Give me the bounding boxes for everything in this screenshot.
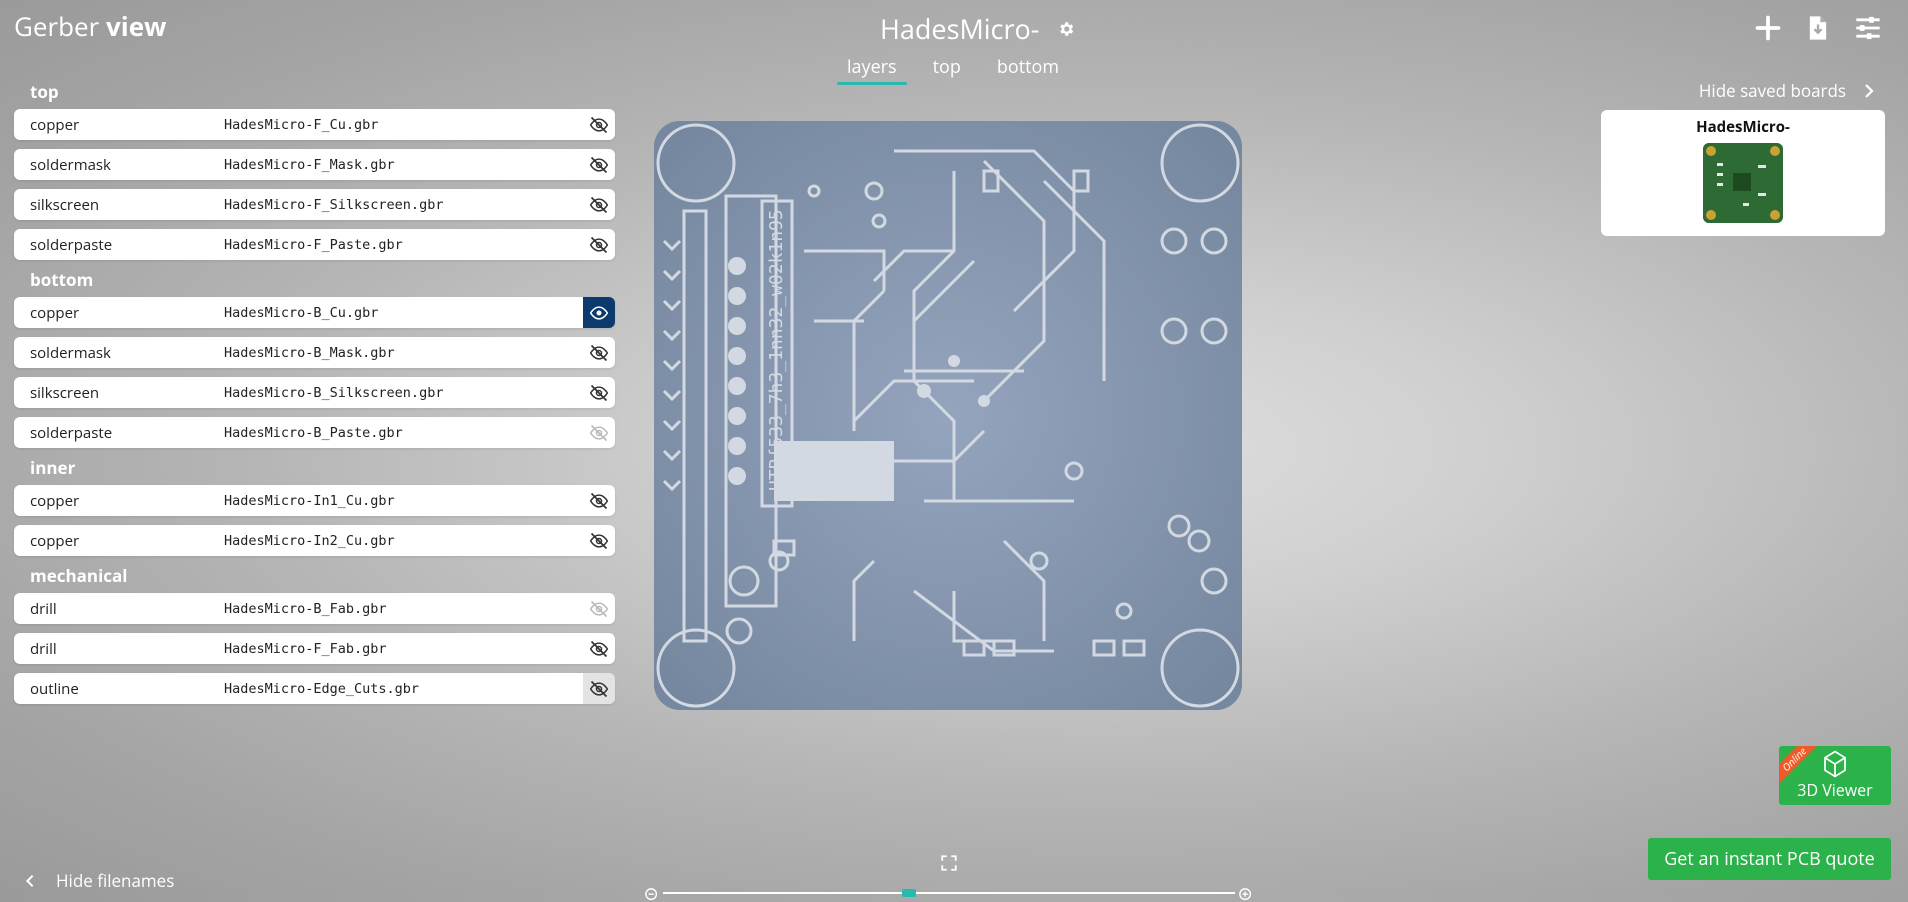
eye-slash-icon[interactable]	[583, 485, 615, 516]
layer-filename: HadesMicro-F_Cu.gbr	[224, 116, 379, 133]
layer-filename: HadesMicro-B_Fab.gbr	[224, 600, 387, 617]
layer-filename: HadesMicro-B_Cu.gbr	[224, 304, 379, 321]
layer-filename: HadesMicro-F_Fab.gbr	[224, 640, 387, 657]
board-title[interactable]: HadesMicro-	[880, 10, 1039, 47]
layer-row: silkscreen HadesMicro-F_Silkscreen.gbr	[14, 189, 615, 220]
brand-light: Gerber	[14, 8, 107, 44]
layer-filename: HadesMicro-B_Silkscreen.gbr	[224, 384, 444, 401]
layer-row: silkscreen HadesMicro-B_Silkscreen.gbr	[14, 377, 615, 408]
layer-type: solderpaste	[30, 234, 113, 255]
eye-slash-icon[interactable]	[583, 525, 615, 556]
zoom-out-icon[interactable]	[645, 888, 659, 902]
eye-slash-icon[interactable]	[583, 109, 615, 140]
eye-slash-icon[interactable]	[583, 673, 615, 704]
layer-row: soldermask HadesMicro-F_Mask.gbr	[14, 149, 615, 180]
tab-bottom[interactable]: bottom	[997, 55, 1059, 85]
layer-type: copper	[30, 490, 80, 511]
eye-slash-icon[interactable]	[583, 229, 615, 260]
eye-icon[interactable]	[583, 297, 615, 328]
tab-layers[interactable]: layers	[837, 55, 907, 85]
zoom-track[interactable]	[663, 892, 1235, 894]
layer-type: copper	[30, 302, 80, 323]
eye-slash-icon[interactable]	[583, 417, 615, 448]
layer-type: silkscreen	[30, 194, 100, 215]
board-title-area: HadesMicro-	[880, 10, 1075, 47]
pcb-quote-button[interactable]: Get an instant PCB quote	[1648, 838, 1891, 880]
hide-saved-boards-label: Hide saved boards	[1698, 79, 1846, 102]
3d-viewer-label: 3D Viewer	[1797, 779, 1873, 801]
hide-filenames-button[interactable]: Hide filenames	[22, 869, 174, 892]
chevron-left-icon	[25, 874, 34, 887]
layer-filename: HadesMicro-B_Paste.gbr	[224, 424, 403, 441]
layer-filename: HadesMicro-F_Paste.gbr	[224, 236, 403, 253]
brand-bold: view	[106, 8, 167, 44]
layer-row: drill HadesMicro-F_Fab.gbr	[14, 633, 615, 664]
add-icon[interactable]	[1754, 14, 1782, 42]
layer-row: solderpaste HadesMicro-F_Paste.gbr	[14, 229, 615, 260]
layer-row: copper HadesMicro-In2_Cu.gbr	[14, 525, 615, 556]
section-top: top	[30, 80, 59, 103]
board-silk-text: HTB{533_7h3_1nn32_w02k1n95	[766, 209, 787, 491]
hide-filenames-label: Hide filenames	[56, 869, 175, 892]
app-logo: Gerber view	[14, 8, 166, 44]
zoom-slider[interactable]	[645, 888, 1253, 901]
zoom-in-icon[interactable]	[1239, 888, 1253, 902]
layer-filename: HadesMicro-B_Mask.gbr	[224, 344, 395, 361]
layer-filename: HadesMicro-In1_Cu.gbr	[224, 492, 395, 509]
gear-icon[interactable]	[1057, 20, 1075, 38]
saved-board-name: HadesMicro-	[1696, 117, 1790, 137]
eye-slash-icon[interactable]	[583, 593, 615, 624]
eye-slash-icon[interactable]	[583, 377, 615, 408]
view-tabs: layers top bottom	[837, 55, 1095, 85]
saved-board-thumbnail	[1703, 143, 1783, 223]
layer-row: outline HadesMicro-Edge_Cuts.gbr	[14, 673, 615, 704]
eye-slash-icon[interactable]	[583, 149, 615, 180]
chevron-right-icon	[1865, 83, 1874, 98]
sliders-icon[interactable]	[1854, 14, 1882, 42]
section-inner: inner	[30, 456, 76, 479]
layer-type: silkscreen	[30, 382, 100, 403]
section-mechanical: mechanical	[30, 564, 128, 587]
eye-slash-icon[interactable]	[583, 633, 615, 664]
3d-viewer-button[interactable]: Online 3D Viewer	[1779, 746, 1891, 805]
layer-type: soldermask	[30, 342, 111, 363]
layer-type: drill	[30, 638, 57, 659]
layer-row: drill HadesMicro-B_Fab.gbr	[14, 593, 615, 624]
pcb-board-view[interactable]: HTB{533_7h3_1nn32_w02k1n95	[654, 121, 1242, 710]
layer-filename: HadesMicro-F_Silkscreen.gbr	[224, 196, 444, 213]
layer-row: solderpaste HadesMicro-B_Paste.gbr	[14, 417, 615, 448]
toolbar-icons	[1754, 14, 1882, 42]
hide-saved-boards-button[interactable]: Hide saved boards	[1699, 79, 1878, 102]
layer-type: solderpaste	[30, 422, 113, 443]
layer-row: soldermask HadesMicro-B_Mask.gbr	[14, 337, 615, 368]
layer-type: soldermask	[30, 154, 111, 175]
layer-row: copper HadesMicro-In1_Cu.gbr	[14, 485, 615, 516]
layer-type: copper	[30, 530, 80, 551]
layer-row: copper HadesMicro-B_Cu.gbr	[14, 297, 615, 328]
pcb-board-graphic: HTB{533_7h3_1nn32_w02k1n95	[654, 121, 1242, 710]
eye-slash-icon[interactable]	[583, 189, 615, 220]
layer-filename: HadesMicro-In2_Cu.gbr	[224, 532, 395, 549]
eye-slash-icon[interactable]	[583, 337, 615, 368]
download-file-icon[interactable]	[1804, 14, 1832, 42]
layer-filename: HadesMicro-F_Mask.gbr	[224, 156, 395, 173]
layer-row: copper HadesMicro-F_Cu.gbr	[14, 109, 615, 140]
cube-icon	[1824, 750, 1846, 778]
layer-type: outline	[30, 678, 79, 699]
layer-type: copper	[30, 114, 80, 135]
section-bottom: bottom	[30, 268, 94, 291]
tab-top[interactable]: top	[933, 55, 961, 85]
layer-type: drill	[30, 598, 57, 619]
fullscreen-icon[interactable]	[940, 854, 958, 872]
layer-filename: HadesMicro-Edge_Cuts.gbr	[224, 680, 420, 697]
saved-board-card[interactable]: HadesMicro-	[1601, 110, 1885, 236]
